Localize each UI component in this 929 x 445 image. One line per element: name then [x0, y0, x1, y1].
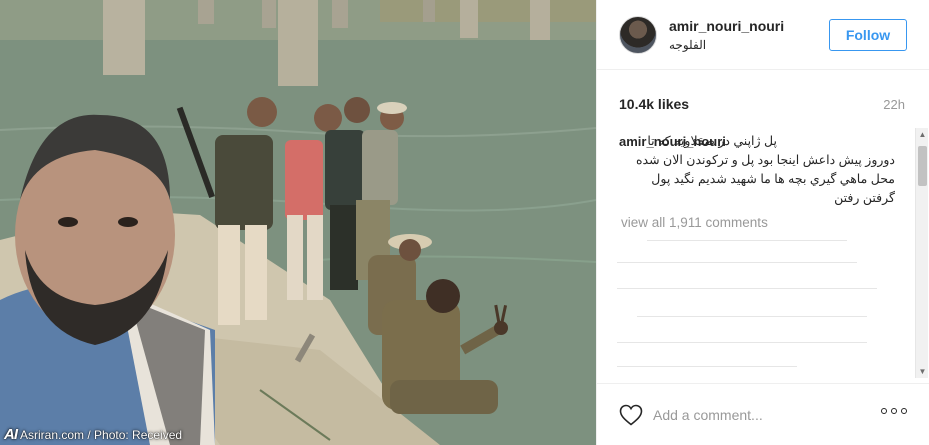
post-footer — [597, 383, 929, 445]
heart-icon[interactable] — [619, 404, 643, 426]
caption-body: پل ژاپني در صقلاويه كه تا دوروز پيش داعش… — [635, 134, 895, 205]
scroll-down-arrow-icon[interactable]: ▼ — [916, 365, 929, 378]
avatar[interactable] — [619, 16, 657, 54]
comments-scrollbar[interactable]: ▲ ▼ — [915, 128, 928, 378]
comments-section[interactable]: amir_nouri_nouri پل ژاپني در صقلاويه كه … — [617, 128, 913, 378]
post-photo[interactable]: AI Asriran.com / Photo: Received — [0, 0, 596, 445]
view-all-comments-link[interactable]: view all 1,911 comments — [621, 215, 768, 230]
faded-comment — [617, 262, 857, 263]
likes-count[interactable]: 10.4k likes — [619, 96, 689, 112]
faded-comment — [637, 316, 867, 317]
post-header: amir_nouri_nouri الفلوجه Follow — [597, 0, 929, 70]
scroll-up-arrow-icon[interactable]: ▲ — [916, 128, 929, 141]
watermark-text: Asriran.com / Photo: Received — [20, 427, 183, 442]
scroll-thumb[interactable] — [918, 146, 927, 186]
watermark-logo: AI — [4, 426, 18, 443]
faded-comment — [617, 342, 867, 343]
caption-text: پل ژاپني در صقلاويه كه تا دوروز پيش داعش… — [619, 132, 895, 208]
post-sidebar: amir_nouri_nouri الفلوجه Follow 10.4k li… — [596, 0, 929, 445]
follow-button[interactable]: Follow — [829, 19, 907, 51]
photo-watermark: AI Asriran.com / Photo: Received — [4, 426, 182, 443]
photo-scene — [0, 0, 596, 445]
add-comment-input[interactable] — [653, 405, 863, 425]
faded-comment — [617, 288, 877, 289]
faded-comment — [647, 240, 847, 241]
post-time[interactable]: 22h — [883, 97, 905, 112]
username-link[interactable]: amir_nouri_nouri — [669, 18, 784, 34]
faded-comment — [617, 366, 797, 367]
more-options-icon[interactable] — [881, 408, 909, 420]
location-link[interactable]: الفلوجه — [669, 38, 706, 52]
